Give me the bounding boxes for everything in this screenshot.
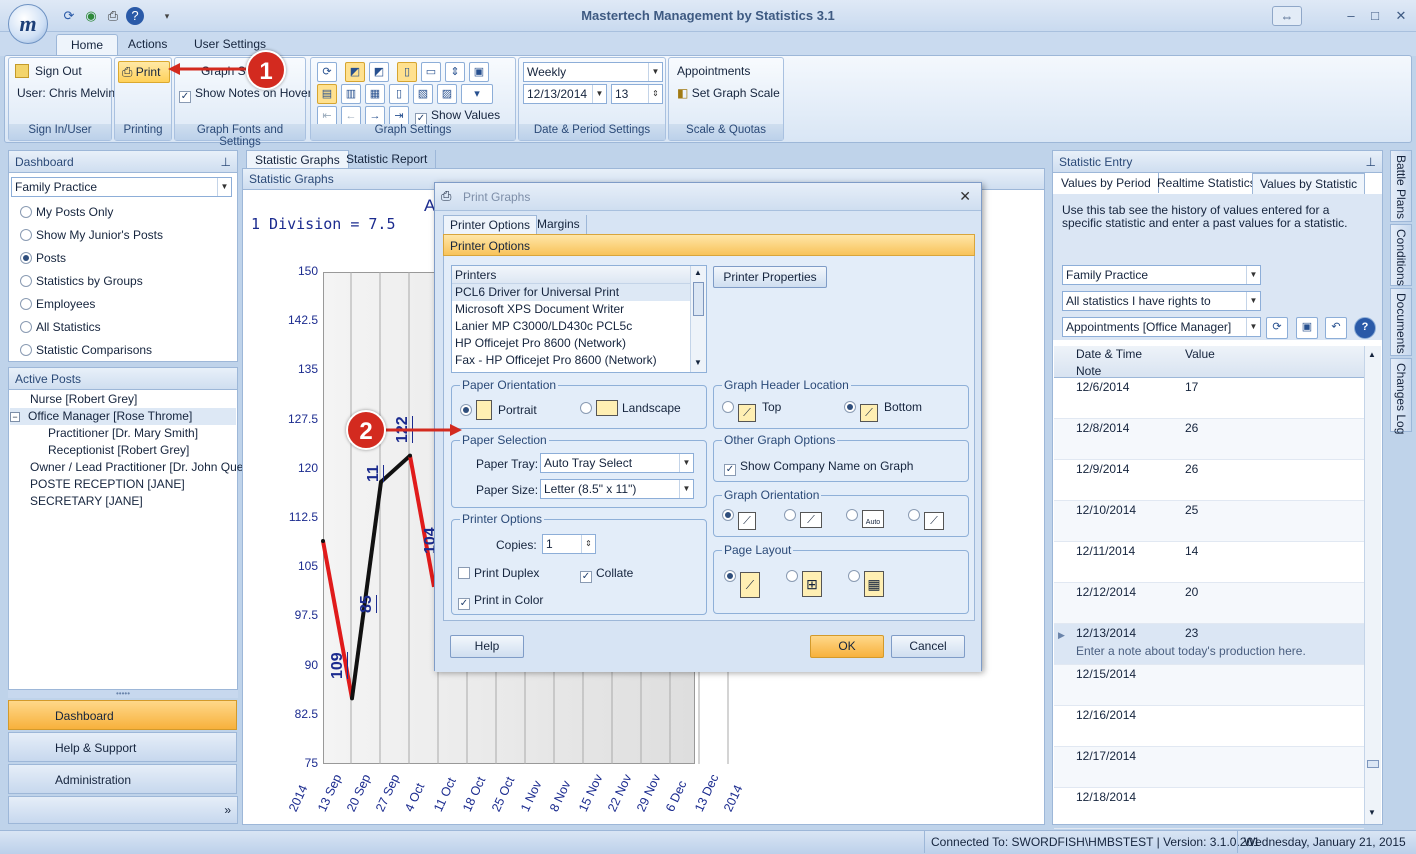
callout-1: 1 [246,50,286,90]
annotation-arrows [168,63,462,436]
arrow-head-2 [450,424,462,436]
callout-2: 2 [346,410,386,450]
arrow-head-1 [168,63,180,75]
